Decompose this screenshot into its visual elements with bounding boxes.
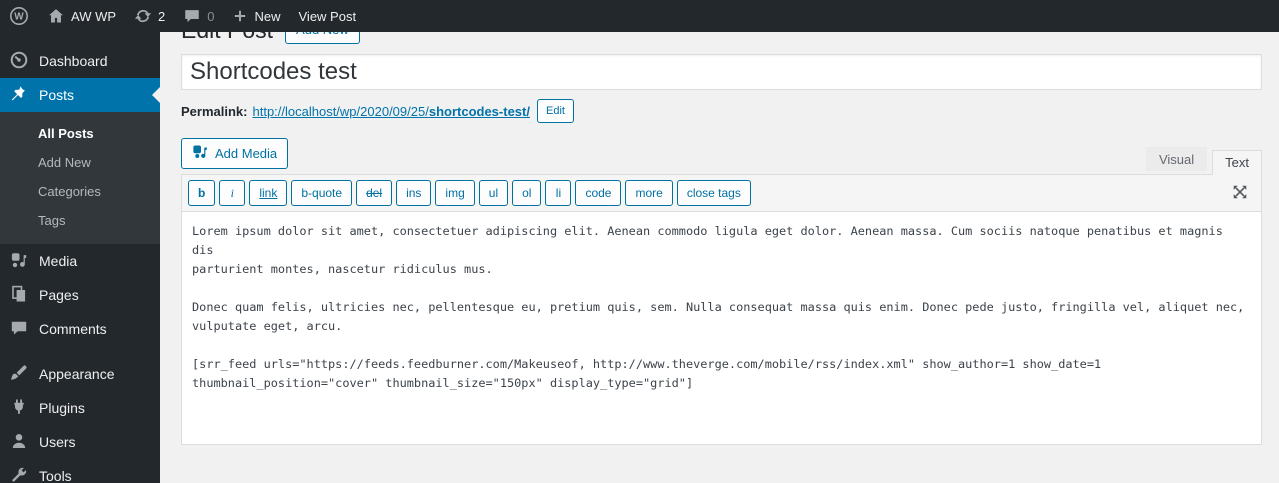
add-media-label: Add Media bbox=[215, 145, 278, 161]
sidebar-item-tools[interactable]: Tools bbox=[0, 459, 160, 483]
site-name-label: AW WP bbox=[71, 8, 117, 24]
sidebar-item-comments[interactable]: Comments bbox=[0, 312, 160, 346]
sidebar-item-label: Users bbox=[39, 434, 76, 450]
sidebar-item-plugins[interactable]: Plugins bbox=[0, 391, 160, 425]
sidebar-item-tags[interactable]: Tags bbox=[0, 206, 160, 235]
wordpress-logo-icon: W bbox=[9, 6, 29, 26]
tab-text[interactable]: Text bbox=[1212, 150, 1262, 175]
comment-bubble-icon bbox=[183, 7, 201, 25]
active-item-notch bbox=[152, 87, 160, 103]
sidebar-item-label: Posts bbox=[39, 87, 75, 103]
sidebar-item-label: Plugins bbox=[39, 400, 85, 416]
sidebar-item-label: Appearance bbox=[39, 366, 115, 382]
permalink-row: Permalink: http://localhost/wp/2020/09/2… bbox=[181, 99, 1262, 123]
updates-icon bbox=[134, 7, 152, 25]
permalink-url-base: http://localhost/wp/2020/09/25/ bbox=[252, 103, 429, 119]
quicktags-toolbar: b i link b-quote del ins img ul ol li co… bbox=[182, 175, 1261, 212]
view-post-label: View Post bbox=[298, 8, 357, 24]
pushpin-icon bbox=[9, 84, 29, 107]
add-media-button[interactable]: Add Media bbox=[181, 138, 289, 169]
media-icon bbox=[9, 250, 29, 273]
fullscreen-button[interactable] bbox=[1229, 181, 1251, 206]
permalink-slug: shortcodes-test/ bbox=[428, 103, 530, 119]
admin-bar: W AW WP 2 0 New View Post bbox=[0, 0, 1279, 32]
paintbrush-icon bbox=[9, 363, 29, 386]
editor-header: Add Media Visual Text bbox=[181, 138, 1262, 175]
permalink-label: Permalink: bbox=[181, 103, 248, 119]
edit-post-screen: Edit Post Add New Permalink: http://loca… bbox=[160, 0, 1279, 445]
editor-container: b i link b-quote del ins img ul ol li co… bbox=[181, 174, 1262, 445]
qt-ins-button[interactable]: ins bbox=[396, 180, 432, 206]
view-post-menu[interactable]: View Post bbox=[290, 0, 366, 32]
comments-menu[interactable]: 0 bbox=[174, 0, 223, 32]
qt-bold-button[interactable]: b bbox=[188, 180, 216, 206]
updates-count: 2 bbox=[158, 8, 166, 24]
sidebar-item-label: Pages bbox=[39, 287, 79, 303]
add-media-icon bbox=[192, 143, 209, 163]
post-title-input[interactable] bbox=[181, 54, 1262, 90]
new-content-menu[interactable]: New bbox=[223, 0, 289, 32]
tab-visual[interactable]: Visual bbox=[1145, 147, 1208, 171]
sidebar-item-label: Tools bbox=[39, 468, 72, 483]
svg-text:W: W bbox=[14, 12, 24, 23]
dashboard-icon bbox=[9, 50, 29, 73]
wrench-icon bbox=[9, 465, 29, 483]
sidebar-item-pages[interactable]: Pages bbox=[0, 278, 160, 312]
fullscreen-icon bbox=[1231, 183, 1249, 204]
plus-icon bbox=[232, 8, 248, 24]
posts-submenu: All Posts Add New Categories Tags bbox=[0, 112, 160, 244]
sidebar-item-users[interactable]: Users bbox=[0, 425, 160, 459]
qt-link-button[interactable]: link bbox=[249, 180, 288, 206]
editor-tabs: Visual Text bbox=[1145, 147, 1262, 175]
post-content-textarea[interactable]: Lorem ipsum dolor sit amet, consectetuer… bbox=[182, 212, 1261, 444]
new-label: New bbox=[254, 8, 281, 24]
sidebar-item-dashboard[interactable]: Dashboard bbox=[0, 44, 160, 78]
sidebar-item-label: Dashboard bbox=[39, 53, 108, 69]
sidebar-item-media[interactable]: Media bbox=[0, 244, 160, 278]
wp-logo-menu[interactable]: W bbox=[0, 0, 38, 32]
qt-ol-button[interactable]: ol bbox=[512, 180, 542, 206]
sidebar-item-label: Comments bbox=[39, 321, 107, 337]
edit-permalink-button[interactable]: Edit bbox=[536, 99, 574, 123]
qt-img-button[interactable]: img bbox=[435, 180, 475, 206]
admin-sidebar: Dashboard Posts All Posts Add New Catego… bbox=[0, 32, 160, 483]
qt-ul-button[interactable]: ul bbox=[478, 180, 509, 206]
user-icon bbox=[9, 431, 29, 454]
pages-icon bbox=[9, 284, 29, 307]
updates-menu[interactable]: 2 bbox=[125, 0, 174, 32]
comments-icon bbox=[9, 318, 29, 341]
comments-count: 0 bbox=[207, 8, 215, 24]
qt-close-tags-button[interactable]: close tags bbox=[676, 180, 751, 206]
qt-code-button[interactable]: code bbox=[575, 180, 622, 206]
sidebar-separator bbox=[0, 346, 160, 357]
site-name-menu[interactable]: AW WP bbox=[38, 0, 125, 32]
plug-icon bbox=[9, 397, 29, 420]
qt-del-button[interactable]: del bbox=[356, 180, 393, 206]
home-icon bbox=[47, 7, 65, 25]
qt-italic-button[interactable]: i bbox=[219, 180, 246, 206]
sidebar-item-label: Media bbox=[39, 253, 78, 269]
sidebar-item-categories[interactable]: Categories bbox=[0, 177, 160, 206]
qt-more-button[interactable]: more bbox=[625, 180, 673, 206]
sidebar-item-appearance[interactable]: Appearance bbox=[0, 357, 160, 391]
sidebar-item-add-new[interactable]: Add New bbox=[0, 148, 160, 177]
permalink-link[interactable]: http://localhost/wp/2020/09/25/shortcode… bbox=[252, 104, 530, 119]
sidebar-item-posts[interactable]: Posts bbox=[0, 78, 160, 112]
qt-li-button[interactable]: li bbox=[545, 180, 572, 206]
sidebar-item-all-posts[interactable]: All Posts bbox=[0, 119, 160, 148]
qt-blockquote-button[interactable]: b-quote bbox=[291, 180, 353, 206]
